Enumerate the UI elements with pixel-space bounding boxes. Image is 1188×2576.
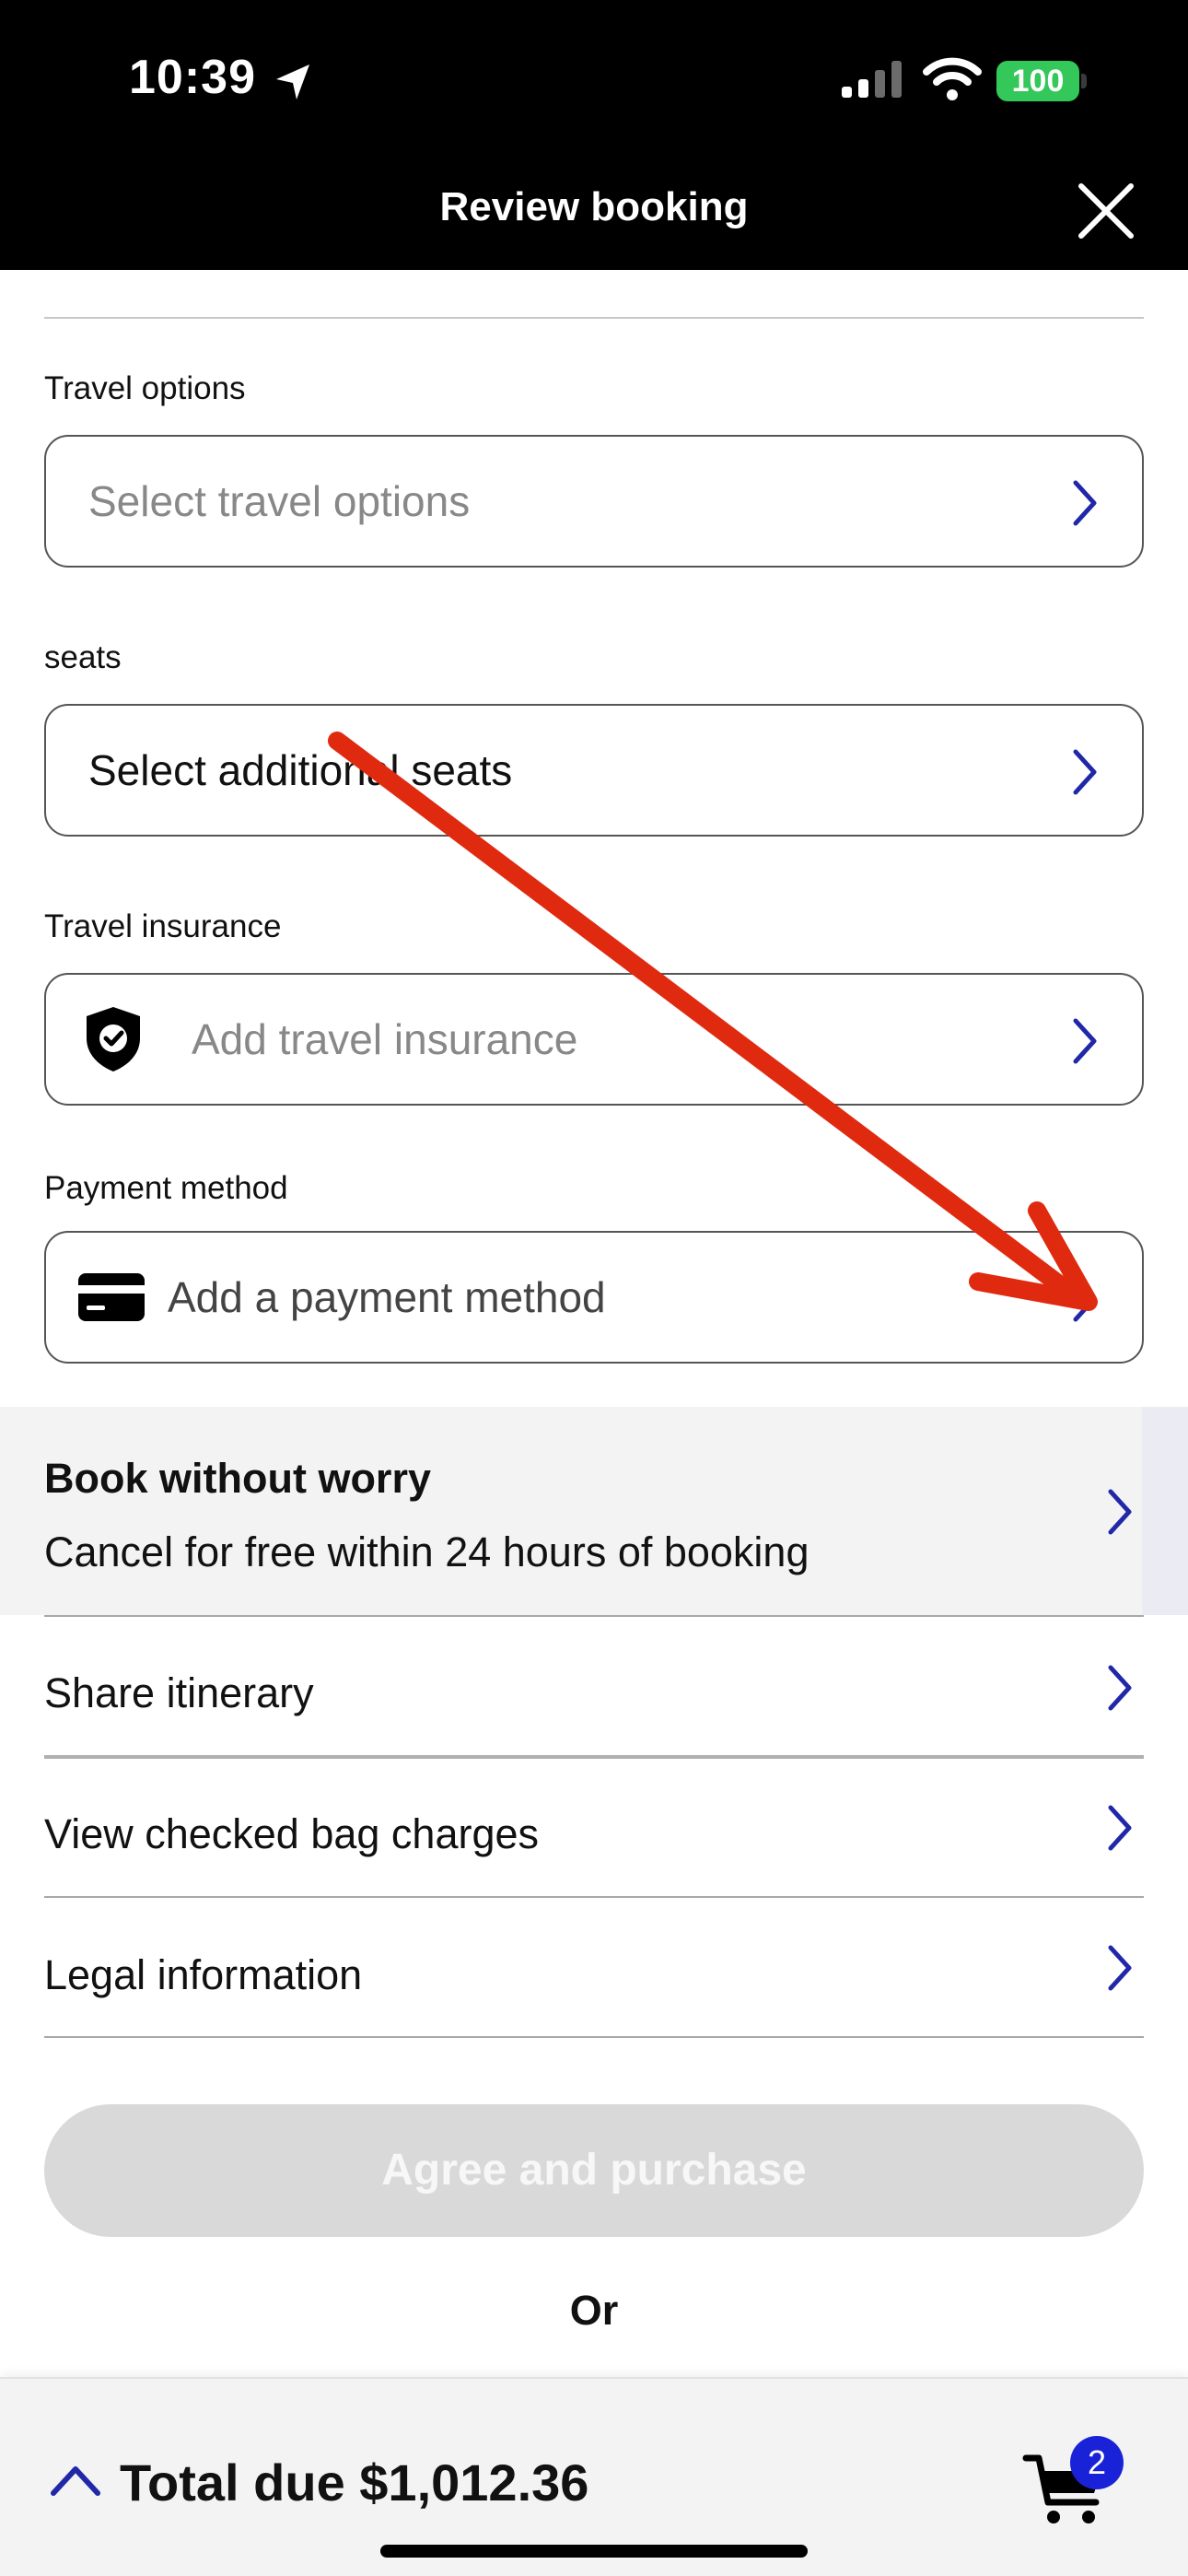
annotation-arrow bbox=[328, 732, 1098, 1311]
bottom-bar: Total due $1,012.36 2 bbox=[0, 2377, 1188, 2576]
chevron-up-icon[interactable] bbox=[50, 2464, 101, 2501]
cart-count-badge: 2 bbox=[1070, 2436, 1124, 2489]
home-indicator bbox=[380, 2545, 808, 2558]
total-due[interactable]: Total due $1,012.36 bbox=[120, 2453, 588, 2512]
